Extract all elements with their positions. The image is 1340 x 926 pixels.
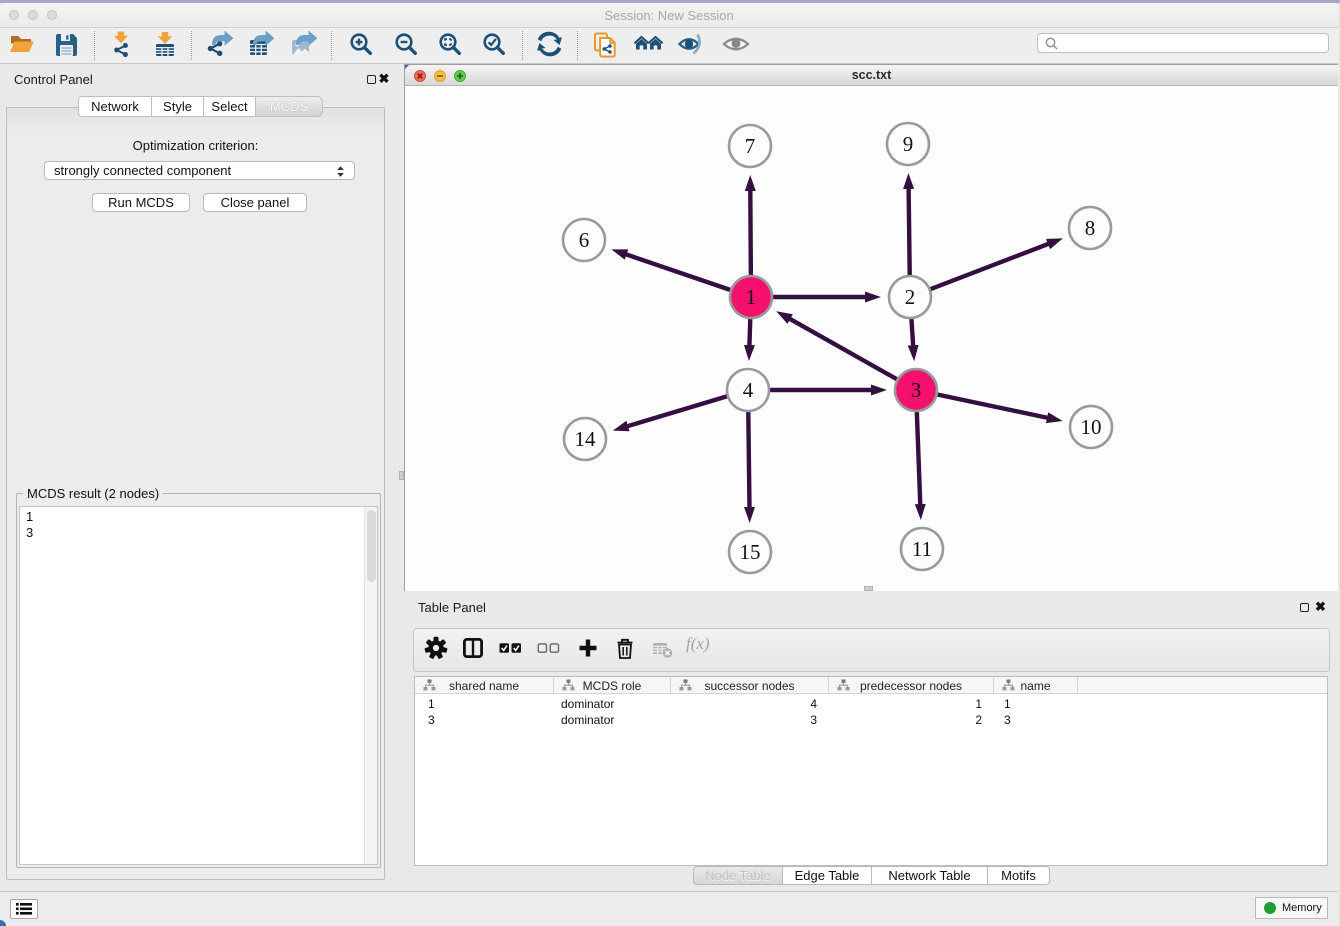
svg-text:2: 2 (905, 285, 916, 309)
svg-text:6: 6 (579, 228, 590, 252)
svg-text:10: 10 (1081, 415, 1102, 439)
svg-text:8: 8 (1085, 216, 1096, 240)
svg-text:7: 7 (745, 134, 756, 158)
svg-text:9: 9 (903, 132, 914, 156)
svg-text:4: 4 (743, 378, 754, 402)
svg-text:1: 1 (746, 285, 757, 309)
svg-text:14: 14 (575, 427, 597, 451)
svg-text:3: 3 (911, 378, 922, 402)
svg-text:11: 11 (912, 537, 932, 561)
svg-text:15: 15 (740, 540, 761, 564)
